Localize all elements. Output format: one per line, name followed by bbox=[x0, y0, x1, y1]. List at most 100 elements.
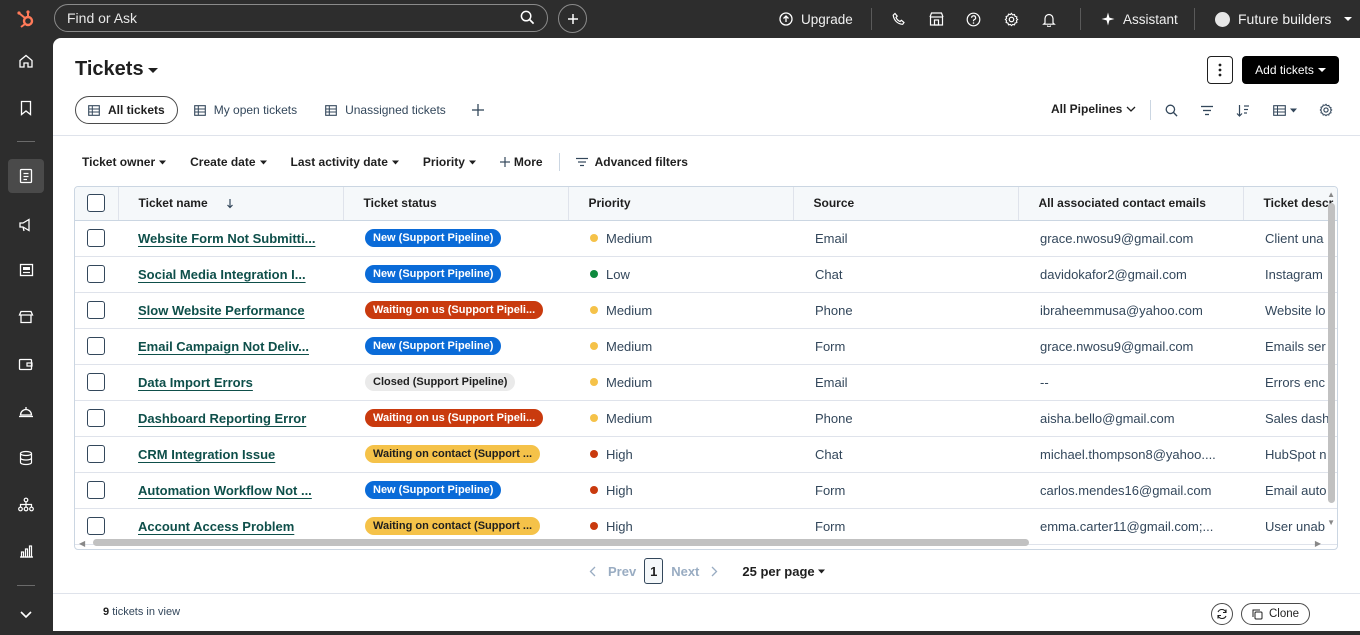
ticket-name-link[interactable]: Dashboard Reporting Error bbox=[138, 411, 306, 426]
hubspot-logo-icon[interactable] bbox=[0, 0, 52, 38]
ticket-name-link[interactable]: CRM Integration Issue bbox=[138, 447, 275, 462]
filter-create-date[interactable]: Create date bbox=[190, 155, 267, 169]
crm-records-icon[interactable] bbox=[8, 159, 44, 193]
clone-button[interactable]: Clone bbox=[1241, 603, 1310, 625]
priority-dot-icon bbox=[590, 306, 598, 315]
row-checkbox[interactable] bbox=[87, 517, 105, 535]
more-actions-kebab-icon[interactable] bbox=[1207, 56, 1233, 84]
ticket-name-link[interactable]: Website Form Not Submitti... bbox=[138, 231, 315, 246]
table-row[interactable]: Website Form Not Submitti... New (Support… bbox=[75, 220, 1337, 257]
table-search-icon[interactable] bbox=[1162, 102, 1180, 118]
table-layout-menu[interactable] bbox=[1271, 102, 1299, 118]
data-database-icon[interactable] bbox=[8, 441, 44, 475]
row-checkbox[interactable] bbox=[87, 229, 105, 247]
table-row[interactable]: Data Import Errors Closed (Support Pipeli… bbox=[75, 364, 1337, 401]
page-number-button[interactable]: 1 bbox=[644, 558, 664, 584]
caret-down-icon bbox=[159, 160, 167, 164]
filter-lines-icon[interactable] bbox=[1198, 102, 1216, 118]
search-icon[interactable] bbox=[520, 10, 535, 28]
prev-page-button[interactable]: Prev bbox=[589, 564, 636, 579]
horizontal-scrollbar[interactable] bbox=[93, 539, 1029, 546]
row-checkbox[interactable] bbox=[87, 265, 105, 283]
tab-all-tickets[interactable]: All tickets bbox=[75, 96, 178, 124]
bookmark-icon[interactable] bbox=[8, 91, 44, 125]
account-menu[interactable]: Future builders bbox=[1215, 0, 1353, 38]
scroll-right-arrow-icon[interactable]: ▶ bbox=[1315, 539, 1321, 548]
tab-my-open-tickets[interactable]: My open tickets bbox=[182, 96, 309, 124]
column-header-ticket-status[interactable]: Ticket status bbox=[343, 187, 569, 221]
ticket-name-link[interactable]: Email Campaign Not Deliv... bbox=[138, 339, 309, 354]
service-bell-icon[interactable] bbox=[8, 394, 44, 428]
row-checkbox[interactable] bbox=[87, 301, 105, 319]
phone-icon[interactable] bbox=[892, 0, 906, 38]
table-row[interactable]: Email Campaign Not Deliv... New (Support … bbox=[75, 328, 1337, 365]
table-settings-gear-icon[interactable] bbox=[1317, 102, 1335, 118]
marketing-megaphone-icon[interactable] bbox=[8, 208, 44, 242]
upgrade-button[interactable]: Upgrade bbox=[779, 0, 853, 38]
create-plus-icon[interactable] bbox=[558, 4, 587, 33]
add-view-plus-icon[interactable] bbox=[468, 100, 488, 120]
ticket-name-link[interactable]: Data Import Errors bbox=[138, 375, 253, 390]
pipeline-select[interactable]: All Pipelines bbox=[1051, 102, 1136, 116]
select-all-checkbox[interactable] bbox=[87, 194, 105, 213]
row-checkbox[interactable] bbox=[87, 373, 105, 391]
status-badge: Waiting on contact (Support ... bbox=[365, 445, 541, 463]
commerce-store-icon[interactable] bbox=[8, 300, 44, 334]
table-row[interactable]: Automation Workflow Not ... New (Support … bbox=[75, 472, 1337, 509]
column-header-ticket-name[interactable]: Ticket name bbox=[118, 187, 344, 221]
table-row[interactable]: Dashboard Reporting Error Waiting on us (… bbox=[75, 400, 1337, 437]
vertical-scrollbar[interactable] bbox=[1328, 203, 1335, 503]
collapse-chevron-down-icon[interactable] bbox=[8, 598, 44, 632]
settings-gear-icon[interactable] bbox=[1004, 0, 1019, 38]
automation-network-icon[interactable] bbox=[8, 487, 44, 521]
page-title-dropdown[interactable]: Tickets bbox=[75, 58, 158, 81]
column-header-priority[interactable]: Priority bbox=[568, 187, 794, 221]
next-page-button[interactable]: Next bbox=[671, 564, 718, 579]
table-row[interactable]: CRM Integration Issue Waiting on contact … bbox=[75, 436, 1337, 473]
priority-dot-icon bbox=[590, 414, 598, 423]
filter-priority[interactable]: Priority bbox=[423, 155, 476, 169]
source-cell: Email bbox=[793, 364, 1018, 401]
ticket-name-link[interactable]: Automation Workflow Not ... bbox=[138, 483, 312, 498]
ticket-name-link[interactable]: Social Media Integration I... bbox=[138, 267, 306, 282]
row-checkbox[interactable] bbox=[87, 445, 105, 463]
reporting-chart-icon[interactable] bbox=[8, 534, 44, 568]
marketplace-icon[interactable] bbox=[929, 0, 944, 38]
notifications-bell-icon[interactable] bbox=[1042, 0, 1056, 38]
row-checkbox[interactable] bbox=[87, 481, 105, 499]
row-checkbox[interactable] bbox=[87, 409, 105, 427]
help-icon[interactable] bbox=[966, 0, 981, 38]
content-icon[interactable] bbox=[8, 253, 44, 287]
contact-email-cell: emma.carter11@gmail.com;... bbox=[1018, 508, 1243, 545]
scroll-up-arrow-icon[interactable]: ▲ bbox=[1327, 190, 1335, 199]
table-row[interactable]: Slow Website Performance Waiting on us (S… bbox=[75, 292, 1337, 329]
column-header-contact-emails[interactable]: All associated contact emails bbox=[1018, 187, 1244, 221]
table-view-icon bbox=[325, 104, 337, 116]
ticket-name-link[interactable]: Account Access Problem bbox=[138, 519, 294, 534]
ticket-status-cell: Waiting on us (Support Pipeli... bbox=[343, 400, 568, 437]
table-row[interactable]: Social Media Integration I... New (Suppor… bbox=[75, 256, 1337, 293]
column-label: Ticket status bbox=[363, 196, 437, 211]
assistant-button[interactable]: Assistant bbox=[1101, 0, 1178, 38]
row-checkbox[interactable] bbox=[87, 337, 105, 355]
add-tickets-button[interactable]: Add tickets bbox=[1242, 56, 1339, 84]
advanced-filters-button[interactable]: Advanced filters bbox=[575, 155, 688, 169]
scroll-left-arrow-icon[interactable]: ◀ bbox=[79, 539, 85, 548]
home-icon[interactable] bbox=[8, 44, 44, 78]
more-filters-button[interactable]: More bbox=[499, 155, 543, 169]
ticket-description-cell: Sales dash bbox=[1243, 400, 1337, 437]
refresh-icon[interactable] bbox=[1211, 603, 1233, 625]
sort-icon[interactable] bbox=[1234, 102, 1252, 118]
per-page-select[interactable]: 25 per page bbox=[742, 564, 825, 579]
wallet-icon[interactable] bbox=[8, 347, 44, 381]
ticket-name-link[interactable]: Slow Website Performance bbox=[138, 303, 305, 318]
global-search[interactable]: Find or Ask bbox=[54, 4, 548, 32]
tab-unassigned-tickets[interactable]: Unassigned tickets bbox=[313, 96, 458, 124]
filter-ticket-owner[interactable]: Ticket owner bbox=[82, 155, 167, 169]
filter-last-activity-date[interactable]: Last activity date bbox=[291, 155, 399, 169]
sort-arrow-down-icon[interactable] bbox=[226, 199, 234, 209]
column-header-ticket-description[interactable]: Ticket descr bbox=[1243, 187, 1337, 221]
scroll-down-arrow-icon[interactable]: ▼ bbox=[1327, 518, 1335, 527]
search-input[interactable]: Find or Ask bbox=[67, 10, 137, 26]
column-header-source[interactable]: Source bbox=[793, 187, 1019, 221]
